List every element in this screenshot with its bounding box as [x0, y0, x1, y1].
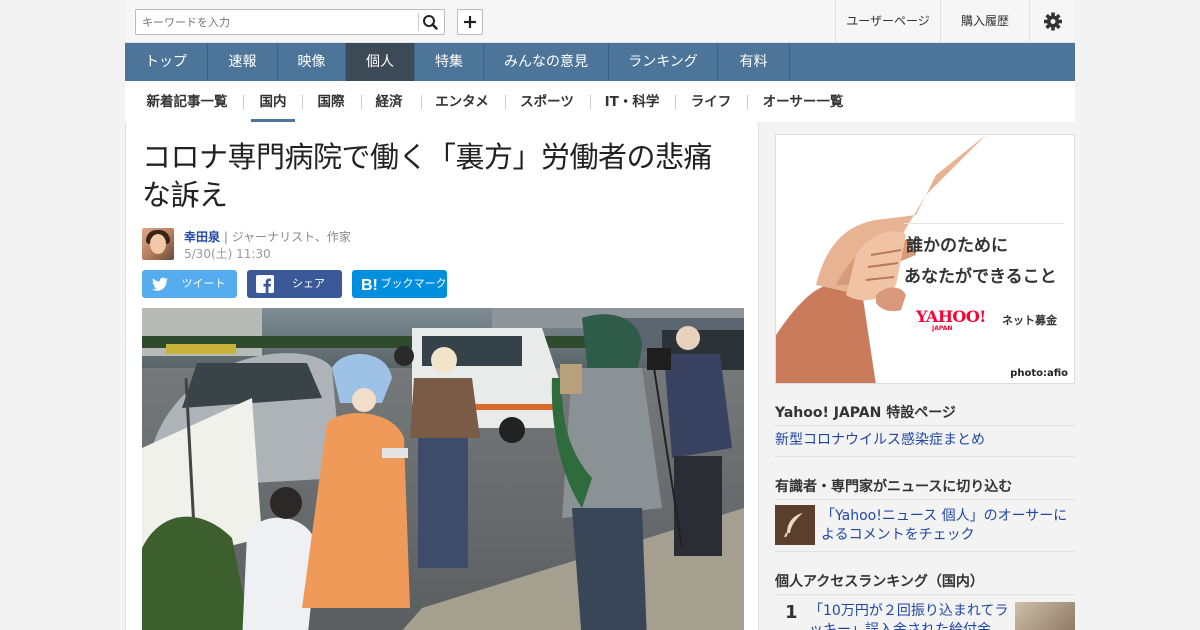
ranking-heading: 個人アクセスランキング（国内） — [775, 574, 984, 590]
divider — [775, 594, 1075, 595]
ad-divider — [904, 223, 1064, 224]
user-page-link[interactable]: ユーザーページ — [835, 0, 940, 43]
net-donation-label: ネット募金 — [1002, 314, 1057, 327]
experts-link-line2: よるコメントをチェック — [821, 527, 975, 543]
nav-item-individual[interactable]: 個人 — [346, 43, 415, 81]
hatena-bookmark-button[interactable]: B! ブックマーク — [352, 270, 447, 298]
nav-item-ranking[interactable]: ランキング — [609, 43, 718, 81]
tweet-label: ツイート — [181, 277, 226, 290]
subnav-separator — [747, 95, 748, 109]
ranking-thumbnail[interactable] — [1015, 602, 1075, 630]
subnav-item-sports[interactable]: スポーツ — [512, 81, 582, 122]
search-box — [135, 9, 445, 35]
ranking-item-link[interactable]: 「10万円が２回振り込まれてラ ッキー」誤入金された給付金 — [809, 602, 1009, 630]
article-title: コロナ専門病院で働く「裏方」労働者の悲痛 な訴え — [142, 138, 750, 214]
subnav-separator — [590, 95, 591, 109]
author-role: | ジャーナリスト、作家 — [220, 230, 351, 244]
author-avatar[interactable] — [142, 228, 174, 260]
article-title-line2: な訴え — [142, 178, 228, 212]
search-icon — [423, 15, 438, 30]
sub-nav: 新着記事一覧 国内 国際 経済 エンタメ スポーツ IT・科学 ライフ オーサー… — [125, 81, 1075, 122]
ad-banner[interactable]: 誰かのために あなたができること YAHOO! JAPAN ネット募金 phot… — [775, 134, 1075, 384]
ranking-item-line2: ッキー」誤入金された給付金 — [809, 622, 991, 630]
ranking-number: 1 — [785, 602, 798, 623]
special-pages-heading: Yahoo! JAPAN 特設ページ — [775, 405, 956, 421]
nav-item-video[interactable]: 映像 — [278, 43, 346, 81]
avatar-face — [150, 234, 166, 254]
subnav-item-domestic[interactable]: 国内 — [251, 81, 295, 122]
hatena-bookmark-label: ブックマーク — [380, 277, 447, 290]
subnav-item-latest[interactable]: 新着記事一覧 — [139, 81, 235, 122]
search-input[interactable] — [136, 10, 416, 34]
experts-comment-link[interactable]: 「Yahoo!ニュース 個人」のオーサーに よるコメントをチェック — [821, 507, 1067, 545]
ad-headline-line1: 誰かのために — [906, 236, 1008, 256]
subnav-separator — [421, 95, 422, 109]
article-column: コロナ専門病院で働く「裏方」労働者の悲痛 な訴え 幸田泉 | ジャーナリスト、作… — [125, 122, 759, 630]
author-line: 幸田泉 | ジャーナリスト、作家 — [184, 228, 351, 245]
gear-icon — [1044, 12, 1062, 31]
tweet-button[interactable]: ツイート — [142, 270, 237, 298]
main-nav: トップ 速報 映像 個人 特集 みんなの意見 ランキング 有料 — [125, 43, 1075, 81]
subnav-item-economy[interactable]: 経済 — [367, 81, 411, 122]
nav-item-features[interactable]: 特集 — [415, 43, 484, 81]
divider — [775, 456, 1075, 457]
nav-item-paid[interactable]: 有料 — [718, 43, 790, 81]
helping-hands-image — [776, 135, 1074, 383]
article-photo[interactable] — [142, 308, 744, 630]
quill-icon — [775, 505, 815, 545]
nav-item-opinions[interactable]: みんなの意見 — [484, 43, 609, 81]
subnav-item-it-science[interactable]: IT・科学 — [597, 81, 667, 122]
ad-headline-line2: あなたができること — [904, 267, 1057, 287]
ranking-item-line1: 「10万円が２回振り込まれてラ — [809, 603, 1009, 619]
subnav-item-entertainment[interactable]: エンタメ — [427, 81, 497, 122]
divider — [775, 425, 1075, 426]
divider — [775, 551, 1075, 552]
search-button[interactable] — [416, 10, 444, 34]
subnav-separator — [675, 95, 676, 109]
experts-link-line1: 「Yahoo!ニュース 個人」のオーサーに — [821, 508, 1068, 524]
subnav-separator — [505, 95, 506, 109]
subnav-separator — [361, 95, 362, 109]
top-bar-inner: ユーザーページ 購入履歴 — [125, 0, 1075, 43]
author-name-link[interactable]: 幸田泉 — [184, 230, 220, 244]
subnav-separator — [302, 95, 303, 109]
yahoo-logo-sub: JAPAN — [932, 325, 953, 332]
photo-credit: photo:afio — [1010, 368, 1068, 379]
purchase-history-link[interactable]: 購入履歴 — [940, 0, 1029, 43]
nav-item-breaking[interactable]: 速報 — [208, 43, 278, 81]
subnav-item-international[interactable]: 国際 — [309, 81, 353, 122]
add-button[interactable] — [457, 9, 483, 35]
subnav-item-authors[interactable]: オーサー一覧 — [753, 81, 853, 122]
covid-special-link[interactable]: 新型コロナウイルス感染症まとめ — [775, 431, 985, 450]
nav-item-top[interactable]: トップ — [125, 43, 208, 81]
yahoo-logo: YAHOO! — [916, 307, 986, 326]
plus-icon — [464, 16, 476, 28]
facebook-share-label: シェア — [292, 277, 325, 290]
subnav-separator — [243, 95, 244, 109]
top-bar: ユーザーページ 購入履歴 — [0, 0, 1200, 43]
article-date: 5/30(土) 11:30 — [184, 247, 271, 261]
facebook-share-button[interactable]: シェア — [247, 270, 342, 298]
divider — [775, 499, 1075, 500]
subnav-item-life[interactable]: ライフ — [682, 81, 740, 122]
experts-heading: 有識者・専門家がニュースに切り込む — [775, 479, 1013, 495]
article-title-line1: コロナ専門病院で働く「裏方」労働者の悲痛 — [142, 140, 713, 174]
settings-button[interactable] — [1029, 0, 1075, 43]
